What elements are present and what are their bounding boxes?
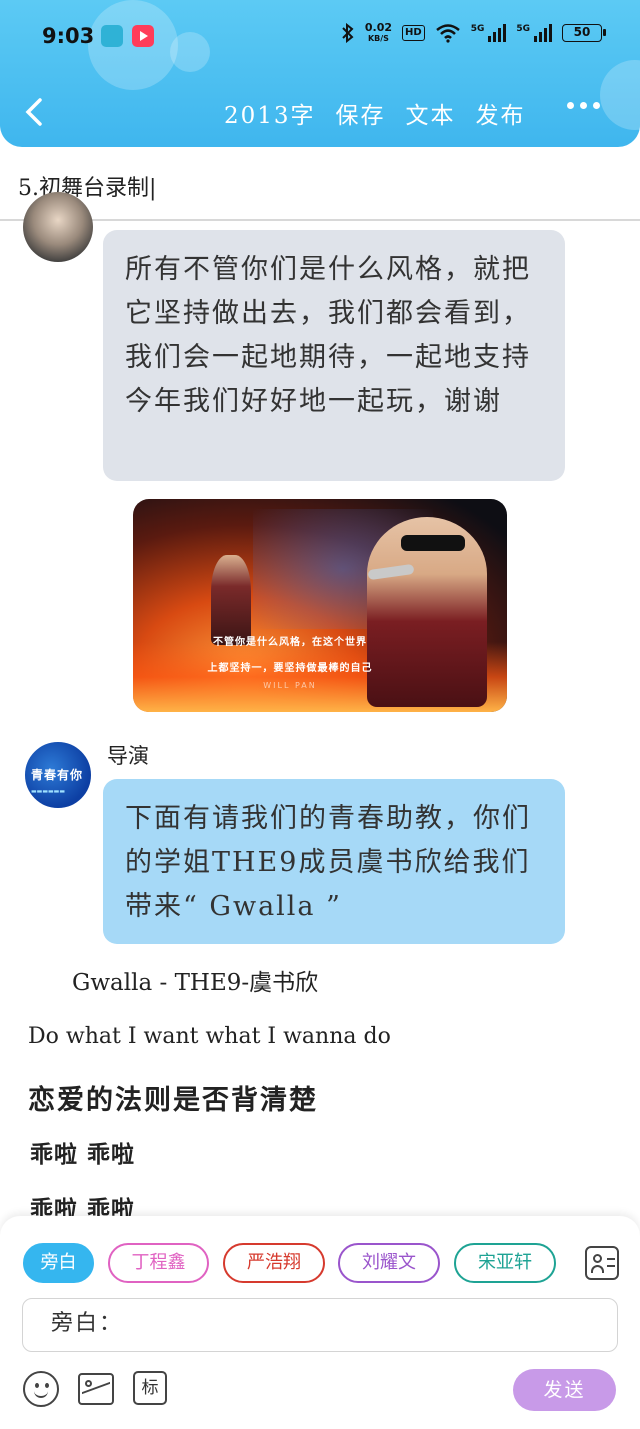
avatar-logo-stripe: ▬▬▬▬▬▬ bbox=[31, 788, 66, 795]
net-speed-unit: KB/S bbox=[367, 34, 389, 43]
wifi-icon bbox=[435, 24, 460, 43]
signal-icon: 5G bbox=[516, 24, 552, 42]
avatar-logo-text: 青春有你 bbox=[31, 768, 84, 782]
net-speed: 0.02 KB/S bbox=[365, 22, 392, 44]
lyrics-title: Gwalla - THE9-虞书欣 bbox=[72, 970, 319, 996]
avatar[interactable] bbox=[23, 192, 93, 262]
message-bubble[interactable]: 下面有请我们的青春助教，你们的学姐THE9成员虞书欣给我们带来“ Gwalla … bbox=[103, 779, 565, 944]
text-cursor: | bbox=[149, 176, 157, 201]
hd-badge: HD bbox=[402, 25, 425, 41]
emoji-icon[interactable] bbox=[23, 1371, 59, 1407]
message-input[interactable]: 旁白： bbox=[22, 1298, 618, 1352]
header-decoration bbox=[170, 32, 210, 72]
character-chip[interactable]: 宋亚轩 bbox=[454, 1243, 556, 1283]
save-button[interactable]: 保存 bbox=[336, 96, 386, 130]
battery-icon: 50 bbox=[562, 24, 606, 42]
video-credit: WILL PAN bbox=[263, 681, 317, 690]
avatar[interactable]: 青春有你 ▬▬▬▬▬▬ bbox=[23, 740, 93, 810]
sunglasses bbox=[401, 535, 465, 551]
character-chip[interactable]: 丁程鑫 bbox=[108, 1243, 209, 1283]
character-chip[interactable]: 刘耀文 bbox=[338, 1243, 440, 1283]
status-icons: 0.02 KB/S HD 5G 5G 50 bbox=[341, 22, 606, 44]
chevron-left-icon bbox=[25, 98, 42, 126]
speaker-name: 导演 bbox=[107, 744, 149, 768]
character-chip-narration[interactable]: 旁白 bbox=[23, 1243, 94, 1283]
divider bbox=[0, 219, 640, 221]
send-button[interactable]: 发送 bbox=[513, 1369, 616, 1411]
bluetooth-icon bbox=[342, 23, 354, 43]
boss-app-icon bbox=[101, 25, 123, 47]
message-bubble[interactable]: 所有不管你们是什么风格，就把它坚持做出去，我们都会看到，我们会一起地期待，一起地… bbox=[103, 230, 565, 481]
video-subtitle: 上都坚持一，要坚持做最棒的自己 bbox=[207, 663, 373, 674]
word-count: 2013字 bbox=[224, 103, 316, 129]
header-decoration bbox=[600, 60, 640, 130]
signal-label: 5G bbox=[516, 24, 530, 34]
performer-figure bbox=[211, 555, 251, 645]
video-thumbnail[interactable]: 不管你是什么风格，在这个世界 上都坚持一，要坚持做最棒的自己 WILL PAN bbox=[133, 499, 507, 712]
tag-icon[interactable]: 标 bbox=[133, 1371, 167, 1405]
signal-icon: 5G bbox=[471, 24, 507, 42]
net-speed-value: 0.02 bbox=[364, 21, 393, 34]
header-actions: 2013字 保存 文本 发布 bbox=[224, 96, 526, 130]
video-app-icon bbox=[132, 25, 154, 47]
character-chip[interactable]: 严浩翔 bbox=[223, 1243, 325, 1283]
video-subtitle: 不管你是什么风格，在这个世界 bbox=[213, 637, 367, 648]
publish-button[interactable]: 发布 bbox=[476, 96, 526, 130]
lyrics-line: 乖啦 乖啦 bbox=[30, 1141, 136, 1168]
status-time: 9:03 bbox=[42, 24, 95, 48]
lyrics-line: 恋爱的法则是否背清楚 bbox=[28, 1085, 318, 1116]
image-icon[interactable] bbox=[78, 1373, 114, 1405]
more-options-icon[interactable] bbox=[567, 102, 600, 109]
top-header: 9:03 0.02 KB/S HD 5G 5G 50 2013字 保存 文本 发… bbox=[0, 0, 640, 147]
lyrics-line: Do what I want what I wanna do bbox=[28, 1024, 391, 1049]
signal-label: 5G bbox=[470, 24, 485, 34]
back-button[interactable] bbox=[18, 92, 52, 132]
contact-card-icon[interactable] bbox=[585, 1246, 619, 1280]
text-button[interactable]: 文本 bbox=[406, 96, 456, 130]
